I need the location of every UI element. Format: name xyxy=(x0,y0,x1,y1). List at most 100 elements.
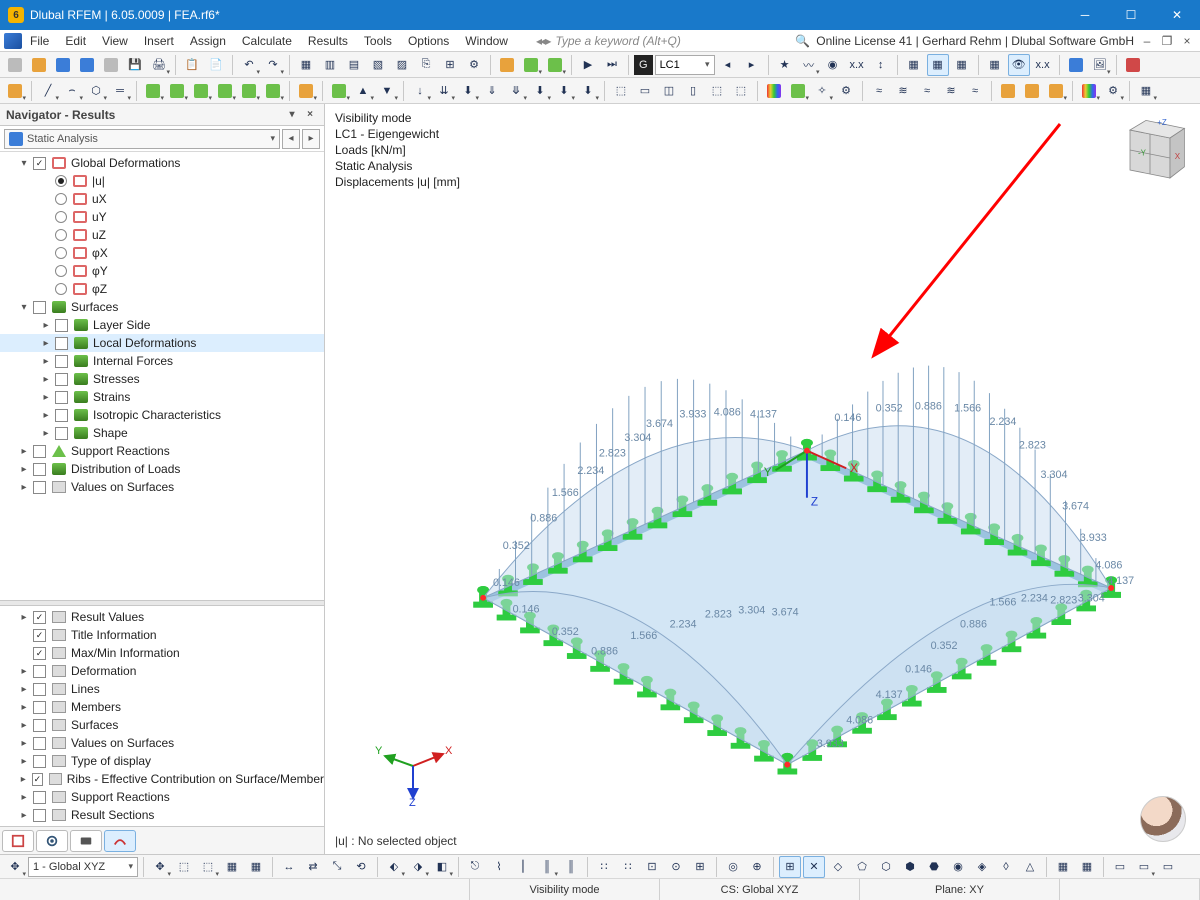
bb-15[interactable]: ⎮ xyxy=(512,856,534,878)
tree-item[interactable]: Max/Min Information xyxy=(0,644,324,662)
tb2-sup1[interactable]: ▾ xyxy=(328,80,350,102)
tree-item[interactable]: Title Information xyxy=(0,626,324,644)
tb-results-toggle[interactable]: ★ xyxy=(774,54,796,76)
bb-18[interactable]: ∷ xyxy=(593,856,615,878)
tb2-surf4[interactable]: ▾ xyxy=(214,80,236,102)
bb-1[interactable]: ✥▾ xyxy=(149,856,171,878)
bb-8[interactable]: ⤡ xyxy=(326,856,348,878)
menu-search[interactable]: ◂◂ ▸ Type a keyword (Alt+Q) xyxy=(536,34,681,48)
tb2-surf2[interactable]: ▾ xyxy=(166,80,188,102)
tb2-member2[interactable]: ═▾ xyxy=(109,80,131,102)
bb-4[interactable]: ▦ xyxy=(221,856,243,878)
tree-item[interactable]: ▸Isotropic Characteristics xyxy=(0,406,324,424)
bb-snap1[interactable]: ⊞ xyxy=(779,856,801,878)
tb-paste[interactable]: 📄 xyxy=(205,54,227,76)
search-license-icon[interactable]: 🔍 xyxy=(795,34,810,48)
mdi-close[interactable]: × xyxy=(1180,34,1194,48)
bb-end5[interactable]: ▭ xyxy=(1157,856,1179,878)
tb2-ext1[interactable]: ≈ xyxy=(868,80,890,102)
tb2-load5[interactable]: ⤋▾ xyxy=(505,80,527,102)
tb-filter2[interactable]: ▦ xyxy=(927,54,949,76)
bb-11[interactable]: ⬗▾ xyxy=(407,856,429,878)
model-viewport[interactable]: Visibility mode LC1 - Eigengewicht Loads… xyxy=(325,104,1200,854)
minimize-button[interactable]: ─ xyxy=(1062,0,1108,30)
bb-snap6[interactable]: ⬢ xyxy=(899,856,921,878)
tb-units[interactable]: ⚙ xyxy=(463,54,485,76)
tb-filter3[interactable]: ▦ xyxy=(951,54,973,76)
close-button[interactable]: ✕ xyxy=(1154,0,1200,30)
tb2-surf3[interactable]: ▾ xyxy=(190,80,212,102)
tree-item[interactable]: ▸Lines xyxy=(0,680,324,698)
tb2-load6[interactable]: ⬇▾ xyxy=(529,80,551,102)
tb-addons[interactable]: ⊞ xyxy=(439,54,461,76)
results-tree[interactable]: ▾Global Deformations|u|uXuYuZφXφYφZ▾Surf… xyxy=(0,152,324,600)
bb-snap7[interactable]: ⬣ xyxy=(923,856,945,878)
tb2-sel2[interactable]: ▭ xyxy=(634,80,656,102)
menu-tools[interactable]: Tools xyxy=(356,32,400,50)
tb-save[interactable] xyxy=(100,54,122,76)
tree-item[interactable]: ▸Shape xyxy=(0,424,324,442)
nav-tab-results[interactable] xyxy=(104,830,136,852)
tb-save-all[interactable]: 💾 xyxy=(124,54,146,76)
tb-copy[interactable]: 📋 xyxy=(181,54,203,76)
bb-snap5[interactable]: ⬡ xyxy=(875,856,897,878)
tb-values[interactable]: x.x xyxy=(846,54,868,76)
tb2-arc[interactable]: ⌢▾ xyxy=(61,80,83,102)
tb2-open[interactable]: ▾ xyxy=(262,80,284,102)
tb2-sel1[interactable]: ⬚ xyxy=(610,80,632,102)
tb-deform[interactable]: 〰▾ xyxy=(798,54,820,76)
bb-20[interactable]: ⊡ xyxy=(641,856,663,878)
bb-13[interactable]: ⎋ xyxy=(464,856,486,878)
tb-table4[interactable]: ▧ xyxy=(367,54,389,76)
menu-assign[interactable]: Assign xyxy=(182,32,234,50)
bb-snap8[interactable]: ◉ xyxy=(947,856,969,878)
tb-surface[interactable]: ▾ xyxy=(520,54,542,76)
tb2-render4[interactable]: ⚙ xyxy=(835,80,857,102)
menu-calculate[interactable]: Calculate xyxy=(234,32,300,50)
tree-item[interactable]: ▸Internal Forces xyxy=(0,352,324,370)
tb-help[interactable] xyxy=(1122,54,1144,76)
tb2-sel5[interactable]: ⬚ xyxy=(706,80,728,102)
bb-9[interactable]: ⟲ xyxy=(350,856,372,878)
tree-item[interactable]: ▸Result Sections xyxy=(0,806,324,824)
tb-loadcase-combo[interactable]: LC1▾ xyxy=(655,55,715,75)
tree-item[interactable]: ▸Surfaces xyxy=(0,716,324,734)
tb-table5[interactable]: ▨ xyxy=(391,54,413,76)
menu-insert[interactable]: Insert xyxy=(136,32,182,50)
tb-calc[interactable]: ▶ xyxy=(577,54,599,76)
tb-script[interactable]: ⎘ xyxy=(415,54,437,76)
navigator-close[interactable]: × xyxy=(302,107,318,123)
bb-end4[interactable]: ▭▾ xyxy=(1133,856,1155,878)
tb2-render3[interactable]: ✧▾ xyxy=(811,80,833,102)
bb-snap4[interactable]: ⬠ xyxy=(851,856,873,878)
menu-view[interactable]: View xyxy=(94,32,136,50)
navigator-prev[interactable]: ◂ xyxy=(282,129,300,149)
tb2-color1[interactable] xyxy=(997,80,1019,102)
tree-item[interactable]: ▸Deformation xyxy=(0,662,324,680)
tb-cloud[interactable] xyxy=(52,54,74,76)
bb-cs-icon[interactable]: ✥▾ xyxy=(4,856,26,878)
tb-open[interactable] xyxy=(28,54,50,76)
navigator-pin[interactable]: ▾ xyxy=(284,107,300,123)
tb-member[interactable] xyxy=(496,54,518,76)
tb-iso2[interactable]: 👁 xyxy=(1008,54,1030,76)
menu-edit[interactable]: Edit xyxy=(57,32,94,50)
menu-options[interactable]: Options xyxy=(400,32,457,50)
tree-item[interactable]: ▸Values on Surfaces xyxy=(0,478,324,496)
tree-item[interactable]: φY xyxy=(0,262,324,280)
bb-end3[interactable]: ▭ xyxy=(1109,856,1131,878)
tree-item[interactable]: ▸Values on Surfaces xyxy=(0,734,324,752)
tb-maxmin[interactable]: ↕ xyxy=(870,54,892,76)
tb2-load7[interactable]: ⬇▾ xyxy=(553,80,575,102)
tb-print-graphic[interactable]: 🖼▾ xyxy=(1089,54,1111,76)
tree-item[interactable]: ▾Global Deformations xyxy=(0,154,324,172)
tree-item[interactable]: ▸Distribution of Loads xyxy=(0,460,324,478)
tree-item[interactable]: ▸Ribs - Effective Contribution on Surfac… xyxy=(0,770,324,788)
bb-2[interactable]: ⬚ xyxy=(173,856,195,878)
tb2-render1[interactable] xyxy=(763,80,785,102)
tree-item[interactable]: |u| xyxy=(0,172,324,190)
tb-print[interactable]: 🖨▾ xyxy=(148,54,170,76)
tb-new[interactable] xyxy=(4,54,26,76)
tree-item[interactable]: φZ xyxy=(0,280,324,298)
mdi-restore[interactable]: ❐ xyxy=(1160,34,1174,48)
